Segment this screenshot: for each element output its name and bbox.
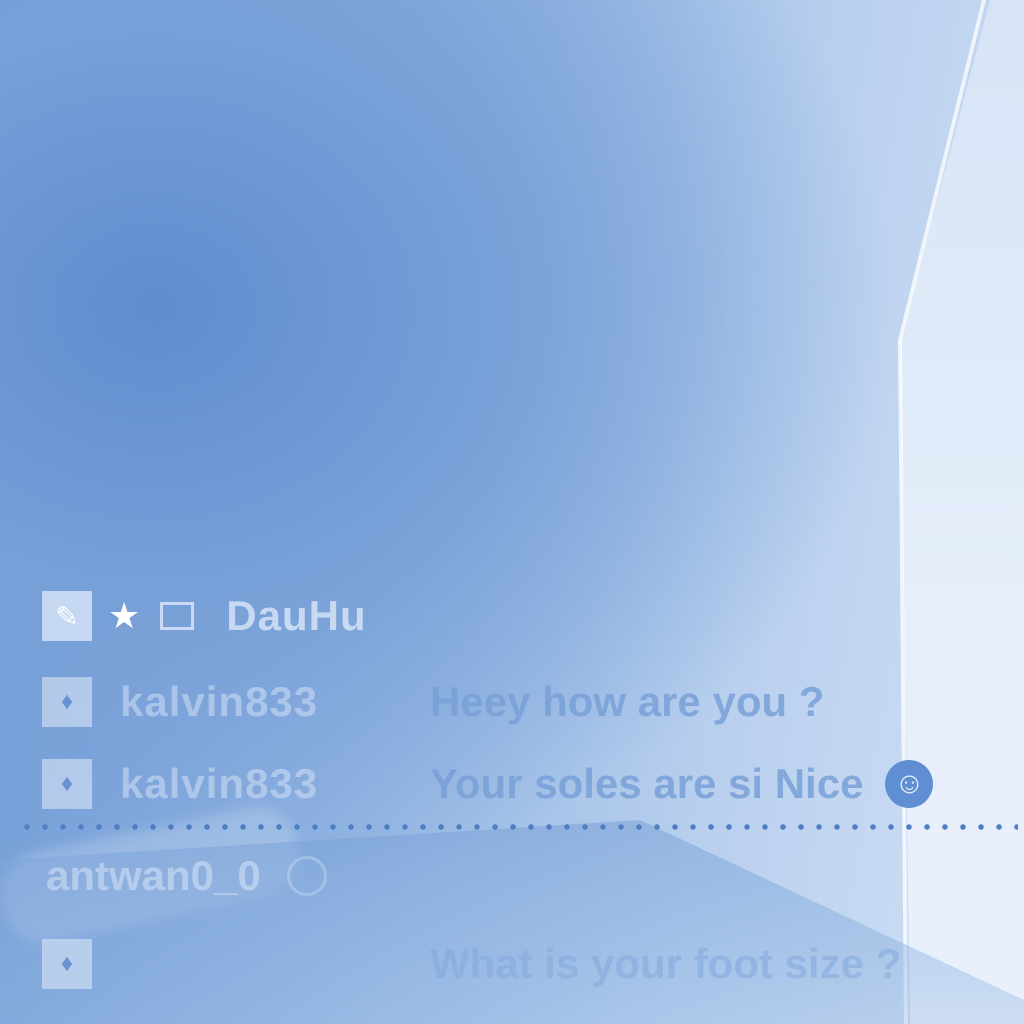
chat-message: What is your foot size ? <box>430 940 902 987</box>
picture-icon <box>160 602 195 630</box>
brush-icon: ✎ <box>42 591 92 641</box>
chat-overlay: ✎ ★ DauHu ♥ ♦ kalvin833 Heey how are you… <box>0 0 1024 1024</box>
chat-row-message: ♦ What is your foot size ? <box>42 938 901 990</box>
chat-divider <box>18 823 1018 831</box>
chat-row-message: ♦ kalvin833 Heey how are you ? <box>42 676 824 728</box>
chat-username[interactable]: kalvin833 <box>120 678 430 726</box>
star-icon: ★ <box>108 595 141 636</box>
drop-icon: ♦ <box>42 759 92 809</box>
chat-username[interactable]: DauHu <box>226 592 366 640</box>
chat-message: Heey how are you ? <box>430 678 825 725</box>
chat-username[interactable]: antwan0_0 <box>46 852 261 900</box>
chat-message: Your soles are si Nice <box>430 760 864 807</box>
chat-row-message: ♦ kalvin833 Your soles are si Nice ☺ <box>42 758 934 810</box>
chat-row-dauhu: ✎ ★ DauHu ♥ <box>42 590 430 642</box>
chat-row-user: antwan0_0 <box>46 852 327 900</box>
smile-emoji-icon: ☺ <box>885 760 934 808</box>
drop-icon: ♦ <box>42 939 92 989</box>
clock-icon <box>286 856 327 896</box>
heart-icon[interactable]: ♥ <box>407 594 431 639</box>
chat-username[interactable]: kalvin833 <box>120 760 430 808</box>
drop-icon: ♦ <box>42 677 92 727</box>
